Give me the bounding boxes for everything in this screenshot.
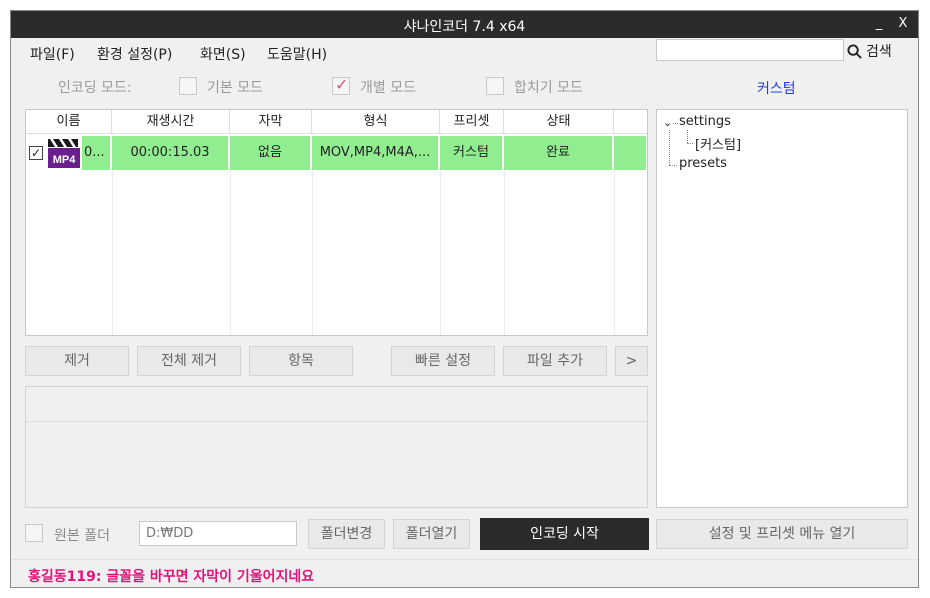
log-divider [26,421,647,422]
mp4-icon-label: MP4 [53,154,77,166]
status-bar: 홍길동119: 글꼴을 바꾸면 자막이 기울어지네요 [11,559,918,587]
menu-view[interactable]: 화면(S) [200,44,246,64]
column-status[interactable]: 상태 [504,110,614,134]
title-bar: 샤나인코더 7.4 x64 _ X [11,11,918,38]
output-row: 원본 폴더 D:₩DD 폴더변경 폴더열기 인코딩 시작 설정 및 프리셋 메뉴… [11,518,918,550]
tree-node-custom[interactable]: [커스텀] [695,134,741,153]
items-button[interactable]: 항목 [249,346,353,376]
tree-connector [669,130,670,165]
tree-connector [669,165,677,166]
merge-mode-label: 합치기 모드 [514,80,583,96]
check-icon: ✓ [335,75,349,94]
status-message: 홍길동119: 글꼴을 바꾸면 자막이 기울어지네요 [28,569,315,585]
menu-file[interactable]: 파일(F) [30,44,75,64]
individual-mode-checkbox[interactable]: ✓ [332,75,350,95]
source-folder-checkbox[interactable] [25,524,43,542]
individual-mode-label: 개별 모드 [360,80,416,96]
tree-node-settings[interactable]: settings [679,114,731,129]
column-format[interactable]: 형식 [312,110,440,134]
preset-tree[interactable]: ⌄ settings [커스텀] presets [656,109,908,508]
cell-subtitle: 없음 [230,136,312,170]
add-file-button[interactable]: 파일 추가 [503,346,607,376]
tree-connector [687,143,693,144]
column-duration[interactable]: 재생시간 [112,110,230,134]
open-folder-button[interactable]: 폴더열기 [393,519,470,549]
mp4-icon: MP4 [48,139,80,168]
tree-connector [673,123,678,124]
encoding-mode-label: 인코딩 모드: [58,80,132,96]
basic-mode-label: 기본 모드 [207,80,263,96]
remove-all-button[interactable]: 전체 제거 [137,346,241,376]
menu-bar: 파일(F) 환경 설정(P) 화면(S) 도움말(H) 검색 [11,38,918,66]
basic-mode-checkbox[interactable] [179,77,197,95]
menu-help[interactable]: 도움말(H) [267,44,327,64]
column-name[interactable]: 이름 [26,110,112,134]
table-row[interactable]: ✓ MP4 0... 00:00:15.03 없음 MOV,MP4,M4A,..… [26,136,646,170]
close-button[interactable]: X [889,13,917,35]
current-preset-label[interactable]: 커스텀 [757,78,796,98]
column-extra [614,110,647,134]
cell-extra [614,136,646,170]
file-list[interactable]: 이름 재생시간 자막 형식 프리셋 상태 ✓ MP4 0... 00:00:15… [25,109,648,336]
cell-format: MOV,MP4,M4A,... [312,136,440,170]
cell-status: 완료 [504,136,614,170]
cell-preset: 커스텀 [440,136,504,170]
output-folder-input[interactable]: D:₩DD [139,521,297,546]
column-preset[interactable]: 프리셋 [440,110,504,134]
remove-button[interactable]: 제거 [25,346,129,376]
tree-connector [687,130,688,143]
cell-duration: 00:00:15.03 [112,136,230,170]
open-settings-menu-button[interactable]: 설정 및 프리셋 메뉴 열기 [656,519,908,549]
log-panel [25,386,648,508]
tree-node-presets[interactable]: presets [679,156,727,171]
window-title: 샤나인코더 7.4 x64 [403,19,526,35]
app-window: 샤나인코더 7.4 x64 _ X 파일(F) 환경 설정(P) 화면(S) 도… [10,10,919,588]
source-folder-label: 원본 폴더 [54,528,110,544]
row-checkbox[interactable]: ✓ [29,146,43,160]
column-subtitle[interactable]: 자막 [230,110,312,134]
change-folder-button[interactable]: 폴더변경 [308,519,385,549]
search-input[interactable] [656,39,844,61]
quick-settings-button[interactable]: 빠른 설정 [391,346,495,376]
start-encoding-button[interactable]: 인코딩 시작 [480,518,649,550]
more-button[interactable]: > [615,346,648,376]
chevron-down-icon[interactable]: ⌄ [663,116,672,129]
check-icon: ✓ [30,146,42,160]
merge-mode-checkbox[interactable] [486,77,504,95]
cell-name: 0... [82,136,112,170]
menu-preferences[interactable]: 환경 설정(P) [97,44,172,64]
search-icon [847,43,862,59]
encoding-mode-row: 인코딩 모드: 기본 모드 ✓ 개별 모드 합치기 모드 커스텀 [11,73,918,99]
search-label: 검색 [866,44,892,60]
search-button[interactable]: 검색 [847,41,892,61]
